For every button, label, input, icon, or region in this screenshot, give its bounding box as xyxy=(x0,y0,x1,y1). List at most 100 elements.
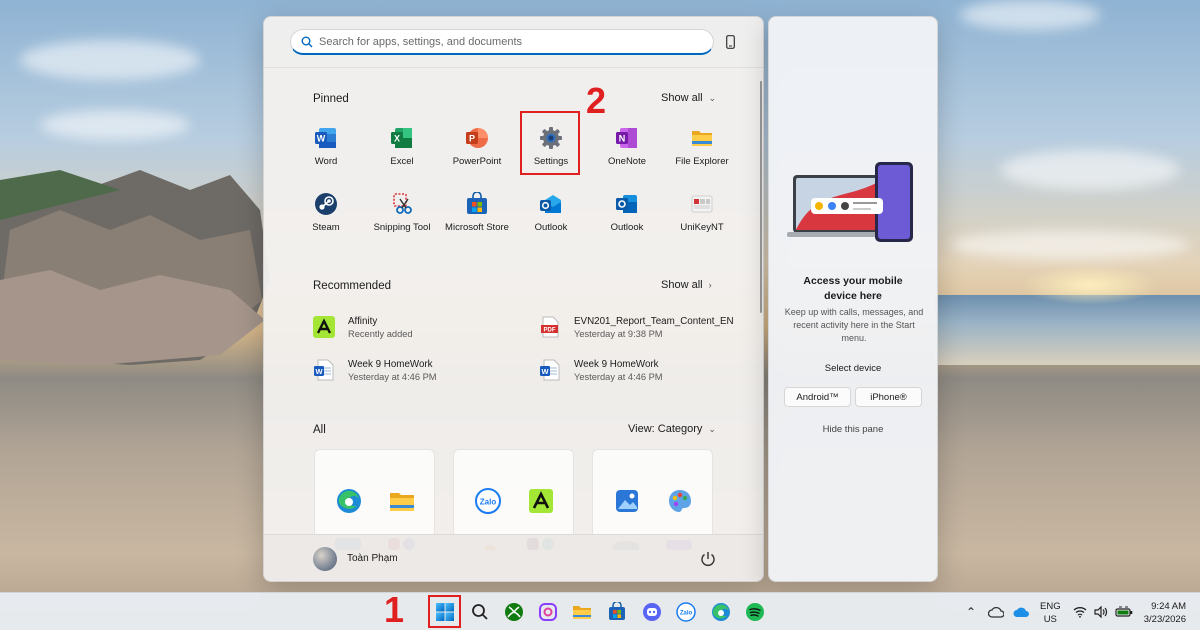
edge-icon xyxy=(712,603,730,621)
app-label: PowerPoint xyxy=(452,156,502,167)
store-icon xyxy=(465,192,489,216)
spotify-icon xyxy=(746,603,764,621)
divider xyxy=(264,67,763,68)
item-name: EVN201_Report_Team_Content_EN xyxy=(574,315,734,327)
item-name: Week 9 HomeWork xyxy=(574,358,659,370)
language-indicator[interactable]: ENG US xyxy=(1040,600,1061,626)
svg-text:PDF: PDF xyxy=(544,328,556,334)
app-label: UniKeyNT xyxy=(680,222,724,233)
taskbar-copilot[interactable] xyxy=(534,599,562,625)
clock[interactable]: 9:24 AM 3/23/2026 xyxy=(1144,600,1186,626)
recommended-item-evn201-report[interactable]: PDF EVN201_Report_Team_Content_EN Yester… xyxy=(539,311,749,343)
recommended-item-week9-homework[interactable]: W Week 9 HomeWork Yesterday at 4:46 PM xyxy=(313,354,523,386)
affinity-icon xyxy=(313,316,335,338)
edge-icon xyxy=(337,489,361,513)
pinned-app-excel[interactable]: X Excel xyxy=(364,120,440,176)
taskbar: Zalo ⌃ ENG US 9:24 AM 3/23/2026 xyxy=(0,592,1200,630)
search-icon xyxy=(301,36,313,47)
view-category-dropdown[interactable]: View: Category ⌄ xyxy=(622,419,722,439)
pinned-app-microsoft-store[interactable]: Microsoft Store xyxy=(439,186,515,242)
word-icon: W xyxy=(314,126,338,150)
pinned-app-steam[interactable]: Steam xyxy=(288,186,364,242)
recommended-item-affinity[interactable]: Affinity Recently added xyxy=(313,311,523,343)
taskbar-xbox[interactable] xyxy=(500,599,528,625)
avatar[interactable] xyxy=(313,547,337,571)
item-subtitle: Yesterday at 4:46 PM xyxy=(348,371,437,382)
pane-title-text: Access your mobile device here xyxy=(803,275,903,302)
iphone-button[interactable]: iPhone® xyxy=(855,387,922,407)
pinned-app-word[interactable]: W Word xyxy=(288,120,364,176)
android-button[interactable]: Android™ xyxy=(784,387,851,407)
clock-time: 9:24 AM xyxy=(1151,601,1186,612)
show-all-label: Show all xyxy=(661,279,703,291)
affinity-icon xyxy=(529,489,553,513)
hide-pane-link[interactable]: Hide this pane xyxy=(769,424,937,435)
scrollbar[interactable] xyxy=(760,81,762,313)
app-label: Outlook xyxy=(534,222,568,233)
taskbar-spotify[interactable] xyxy=(741,599,769,625)
battery-icon xyxy=(1115,606,1133,617)
pinned-app-file-explorer[interactable]: File Explorer xyxy=(664,120,740,176)
search-box[interactable] xyxy=(290,29,714,55)
pinned-app-unikeynt[interactable]: UniKeyNT xyxy=(664,186,740,242)
recommended-show-all-button[interactable]: Show all › xyxy=(655,275,718,295)
chevron-down-icon: ⌄ xyxy=(708,423,716,434)
app-label: File Explorer xyxy=(675,156,729,167)
select-device-label: Select device xyxy=(824,363,882,374)
taskbar-discord[interactable] xyxy=(638,599,666,625)
lang-region: US xyxy=(1043,614,1057,625)
pinned-app-onenote[interactable]: N OneNote xyxy=(589,120,665,176)
pdf-icon: PDF xyxy=(539,316,561,338)
user-name[interactable]: Toàn Phạm xyxy=(347,553,398,564)
wifi-icon xyxy=(1073,607,1087,618)
onenote-icon: N xyxy=(615,126,639,150)
chevron-right-icon: › xyxy=(708,280,712,290)
tray-cloud-blue[interactable] xyxy=(1010,599,1032,625)
rocks-illustration xyxy=(0,170,270,365)
store-icon xyxy=(609,602,625,620)
pinned-app-powerpoint[interactable]: P PowerPoint xyxy=(439,120,515,176)
taskbar-search-button[interactable] xyxy=(466,599,494,625)
taskbar-edge[interactable] xyxy=(707,599,735,625)
item-subtitle: Yesterday at 4:46 PM xyxy=(574,371,663,382)
taskbar-file-explorer[interactable] xyxy=(568,599,596,625)
phone-link-button[interactable] xyxy=(723,33,737,51)
pinned-app-outlook-classic[interactable]: Outlook xyxy=(589,186,665,242)
item-subtitle: Recently added xyxy=(348,328,413,339)
settings-highlight-box xyxy=(520,111,580,175)
pinned-title: Pinned xyxy=(313,93,349,105)
discord-icon xyxy=(643,603,661,621)
app-label: Steam xyxy=(312,222,340,233)
tray-cloud-gray[interactable] xyxy=(985,599,1007,625)
power-button[interactable] xyxy=(699,550,717,568)
start-button-highlight-box xyxy=(428,595,461,628)
pinned-app-outlook-new[interactable]: Outlook xyxy=(513,186,589,242)
pane-title: Access your mobile device here xyxy=(769,274,937,304)
taskbar-zalo[interactable]: Zalo xyxy=(672,599,700,625)
phone-link-pane: Access your mobile device here Keep up w… xyxy=(768,16,938,582)
all-title: All xyxy=(313,424,326,436)
item-name: Affinity xyxy=(348,315,378,327)
powerpoint-icon: P xyxy=(465,126,489,150)
pinned-show-all-button[interactable]: Show all ⌄ xyxy=(655,88,722,108)
svg-text:Zalo: Zalo xyxy=(480,498,497,507)
show-all-label: Show all xyxy=(661,92,703,104)
zalo-icon: Zalo xyxy=(676,602,696,622)
item-name: Week 9 HomeWork xyxy=(348,358,433,370)
word-doc-icon: W xyxy=(539,359,561,381)
recommended-item-week9-homework-2[interactable]: W Week 9 HomeWork Yesterday at 4:46 PM xyxy=(539,354,749,386)
show-hidden-icons-button[interactable]: ⌃ xyxy=(960,599,982,625)
start-menu: Pinned Show all ⌄ W Word X Excel P Power… xyxy=(263,16,764,582)
pinned-app-snipping-tool[interactable]: Snipping Tool xyxy=(364,186,440,242)
phone-icon xyxy=(725,35,735,49)
search-input[interactable] xyxy=(319,35,699,48)
taskbar-store[interactable] xyxy=(603,599,631,625)
pane-description: Keep up with calls, messages, and recent… xyxy=(784,307,924,343)
svg-text:X: X xyxy=(394,134,400,144)
xbox-icon xyxy=(505,603,523,621)
excel-icon: X xyxy=(390,126,414,150)
outlook-icon xyxy=(539,192,563,216)
chevron-up-icon: ⌃ xyxy=(965,605,977,619)
paint-icon xyxy=(669,490,691,512)
quick-settings-button[interactable] xyxy=(1073,593,1133,630)
